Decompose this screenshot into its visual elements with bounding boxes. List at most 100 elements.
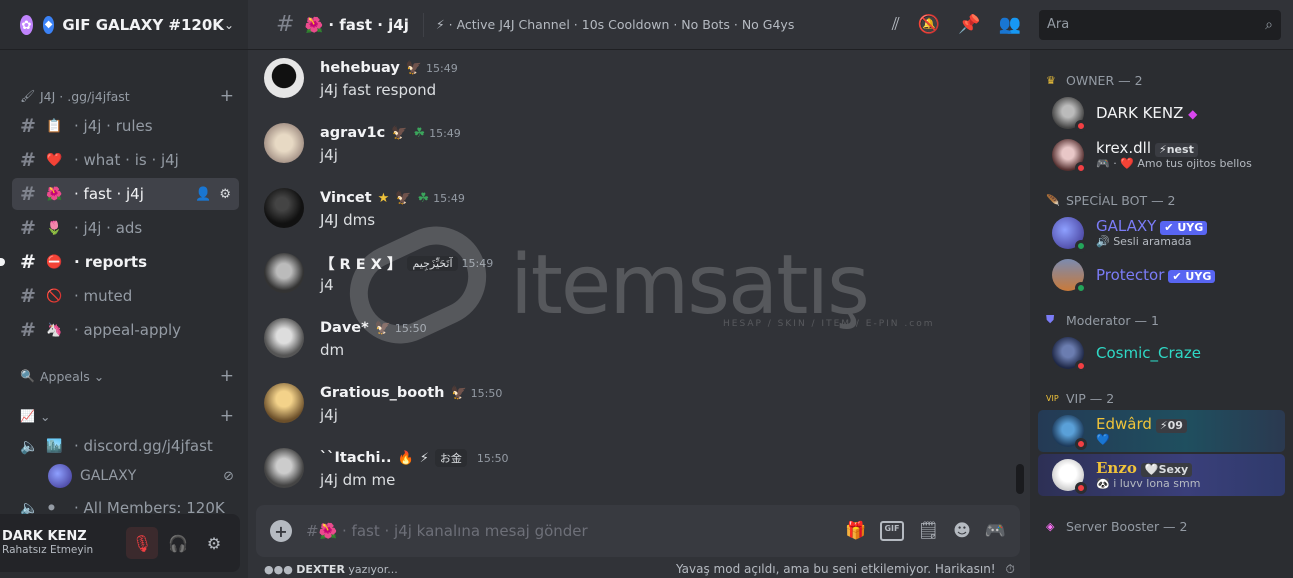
server-header[interactable]: ✿ ◆ GIF GALAXY #120K ⌄ <box>0 0 248 50</box>
voice-channel-invite[interactable]: 🔈 🏙️ · discord.gg/j4jfast <box>12 430 239 462</box>
channel-emoji: 🦄 <box>46 322 63 338</box>
avatar <box>1052 337 1087 372</box>
channel-rules[interactable]: # 📋 · j4j · rules <box>12 110 239 142</box>
member-enzo[interactable]: Enzo 🤍Sexy 🐼 i luvv lona smm <box>1038 454 1285 496</box>
scrollbar-thumb[interactable] <box>1016 464 1024 494</box>
message[interactable]: Gratious_booth 🦅 15:50 j4j <box>264 383 502 424</box>
sticker-icon[interactable]: 🗒 <box>918 521 940 541</box>
avatar[interactable] <box>264 123 304 163</box>
message-list: hehebuay 🦅 15:49 j4j fast respond agrav1… <box>248 50 1028 500</box>
channel-fast-j4j[interactable]: # 🌺 · fast · j4j 👤 ⚙ <box>12 178 239 210</box>
channel-ads[interactable]: # 🌷 · j4j · ads <box>12 212 239 244</box>
member-cosmic-craze[interactable]: Cosmic_Craze <box>1038 332 1285 374</box>
avatar[interactable] <box>264 58 304 98</box>
channel-label: · fast · j4j <box>74 185 144 203</box>
pin-icon[interactable]: 📌 <box>958 14 980 35</box>
avatar <box>1052 217 1087 252</box>
message[interactable]: 【 R E X 】 آتَحَيِّزَجِيم 15:49 j4 <box>264 253 493 294</box>
online-status-icon <box>1075 240 1087 252</box>
message[interactable]: Vincet ★ 🦅 ☘ 15:49 J4J dms <box>264 188 465 229</box>
gear-icon[interactable]: ⚙ <box>219 187 231 202</box>
message[interactable]: hehebuay 🦅 15:49 j4j fast respond <box>264 58 458 99</box>
member-protector[interactable]: Protector ✔ UYG <box>1038 254 1285 296</box>
watermark-text: itemsatış <box>510 237 870 333</box>
add-channel-icon[interactable]: + <box>220 86 234 106</box>
typing-dots-icon: ●●● <box>264 563 293 576</box>
channel-reports[interactable]: # ⛔ · reports <box>0 246 239 278</box>
member-dark-kenz[interactable]: DARK KENZ ◆ <box>1038 92 1285 134</box>
avatar[interactable] <box>264 318 304 358</box>
voice-member-galaxy[interactable]: GALAXY ⊘ <box>48 462 248 490</box>
message-text: j4j dm me <box>320 471 396 489</box>
message-author[interactable]: Gratious_booth <box>320 385 444 401</box>
channel-topic[interactable]: ⚡ · Active J4J Channel · 10s Cooldown · … <box>436 17 892 32</box>
avatar <box>1052 139 1087 174</box>
message-author[interactable]: ``Itachi.. <box>320 450 392 466</box>
category-j4j[interactable]: 🖌 J4J · .gg/j4jfast + <box>0 84 248 108</box>
channel-emoji: ⛔ <box>46 254 63 270</box>
server-tag: 🤍Sexy <box>1140 463 1193 477</box>
headphones-icon[interactable]: 🎧 <box>162 527 194 559</box>
search-input[interactable] <box>1047 17 1266 32</box>
message-author[interactable]: Dave* <box>320 320 369 336</box>
message-author[interactable]: agrav1c <box>320 125 385 141</box>
booster-icon: ◈ <box>1046 519 1055 533</box>
channel-what-is-j4j[interactable]: # ❤️ · what · is · j4j <box>12 144 239 176</box>
message-author[interactable]: Vincet <box>320 190 372 206</box>
channel-title: 🌺 · fast · j4j <box>304 15 409 34</box>
emoji-icon[interactable]: ☻ <box>953 521 971 541</box>
chevron-down-icon: ⌄ <box>93 368 105 384</box>
channel-emoji: 🌷 <box>46 220 63 236</box>
feather-icon: 🪶 <box>1046 193 1060 207</box>
fire-icon: 🔥 <box>397 450 414 466</box>
message-input[interactable] <box>306 522 846 540</box>
watermark-subtext: HESAP / SKIN / ITEM / E-PIN .com <box>723 319 935 329</box>
locked-hash-icon: # <box>20 285 36 307</box>
gift-icon[interactable]: 🎁 <box>845 521 866 541</box>
user-info[interactable]: DARK KENZ Rahatsız Etmeyin <box>2 529 122 557</box>
microphone-muted-icon[interactable]: 🎙 <box>126 527 158 559</box>
avatar <box>1052 459 1087 494</box>
avatar[interactable] <box>264 383 304 423</box>
notification-bell-muted-icon[interactable]: 🔕 <box>918 14 940 35</box>
channel-muted[interactable]: # 🚫 · muted <box>12 280 239 312</box>
message-author[interactable]: hehebuay <box>320 60 400 76</box>
slowmode-text: Yavaş mod açıldı, ama bu seni etkilemiyo… <box>676 562 996 576</box>
gif-icon[interactable]: GIF <box>880 521 904 541</box>
category-appeals[interactable]: 🔍 Appeals ⌄ + <box>0 364 248 388</box>
message-author[interactable]: 【 R E X 】 <box>320 253 401 274</box>
add-channel-icon[interactable]: + <box>220 366 234 386</box>
search-box[interactable]: ⌕ <box>1039 9 1281 40</box>
slowmode-notice: Yavaş mod açıldı, ama bu seni etkilemiyo… <box>676 562 1015 577</box>
avatar[interactable] <box>264 188 304 228</box>
add-attachment-icon[interactable]: + <box>270 520 292 542</box>
category-stats[interactable]: 📈 ⌄ + <box>0 404 248 428</box>
member-list-icon[interactable]: 👥 <box>999 14 1021 35</box>
message[interactable]: Dave* 🦅 15:50 dm <box>264 318 427 359</box>
threads-icon[interactable]: ⫽ <box>892 14 900 35</box>
avatar <box>1052 415 1087 450</box>
member-activity: 💙 <box>1096 433 1110 447</box>
avatar[interactable] <box>264 253 304 293</box>
channel-appeal-apply[interactable]: # 🦄 · appeal-apply <box>12 314 239 346</box>
message[interactable]: agrav1c 🦅 ☘ 15:49 j4j <box>264 123 461 164</box>
member-edward[interactable]: Edwârd ⚡09 💙 <box>1038 410 1285 452</box>
gear-icon[interactable]: ⚙ <box>198 527 230 559</box>
group-label: SPECİAL BOT — 2 <box>1066 192 1176 208</box>
chevron-down-icon[interactable]: ⌄ <box>224 18 234 32</box>
avatar[interactable] <box>264 448 304 488</box>
add-member-icon[interactable]: 👤 <box>195 187 211 202</box>
clover-icon: ☘ <box>417 190 430 206</box>
member-krex[interactable]: krex.dll ⚡nest 🎮 · ❤️ Amo tus ojitos bell… <box>1038 134 1285 176</box>
server-icon: ✿ <box>20 14 33 35</box>
avatar <box>48 464 72 488</box>
channel-emoji: 🌺 <box>46 186 63 202</box>
message[interactable]: ``Itachi.. 🔥 ⚡ お金 15:50 j4j dm me <box>264 448 509 489</box>
dnd-status-icon <box>1075 360 1087 372</box>
member-galaxy[interactable]: GALAXY ✔ UYG 🔊 Sesli aramada <box>1038 212 1285 254</box>
message-text: j4j fast respond <box>320 81 437 99</box>
game-controller-icon[interactable]: 🎮 <box>985 521 1006 541</box>
add-channel-icon[interactable]: + <box>220 406 234 426</box>
member-name: DARK KENZ <box>1096 104 1184 122</box>
member-group-moderator: ⛊ Moderator — 1 <box>1030 310 1293 330</box>
